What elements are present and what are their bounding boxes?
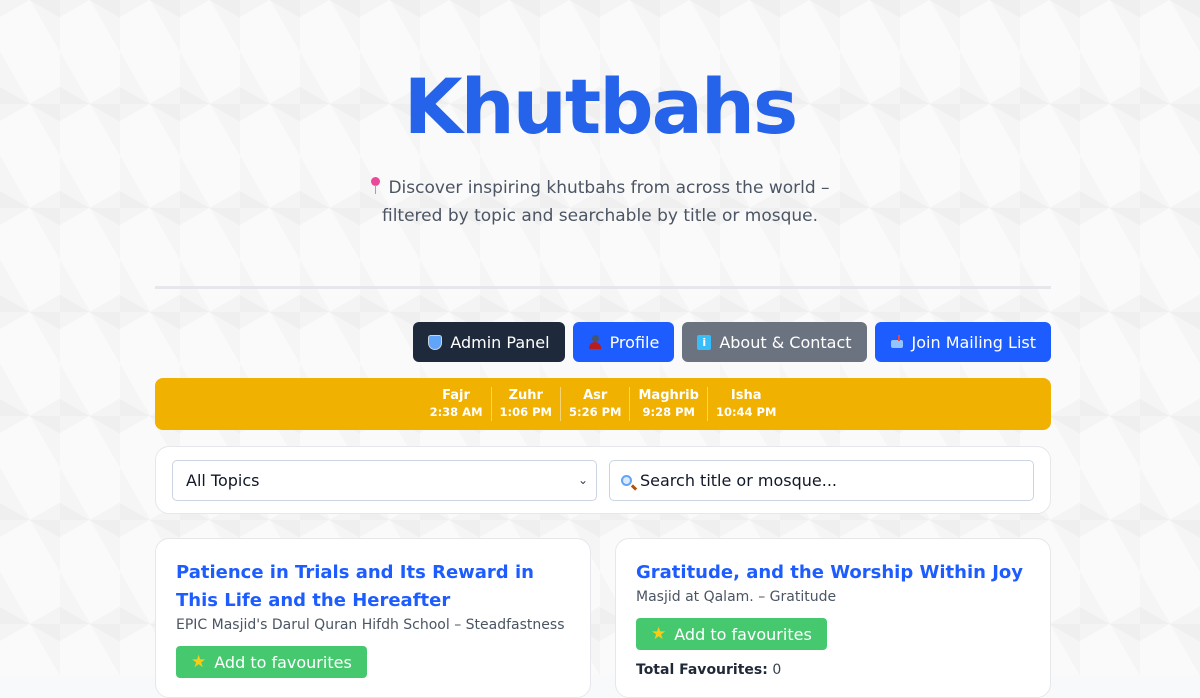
shield-icon <box>428 334 443 350</box>
mailing-list-label: Join Mailing List <box>911 332 1036 352</box>
page-title: Khutbahs <box>403 62 798 151</box>
about-contact-button[interactable]: i About & Contact <box>682 322 867 362</box>
prayer-times-bar: Fajr 2:38 AM Zuhr 1:06 PM Asr 5:26 PM Ma… <box>155 378 1051 430</box>
prayer-name: Zuhr <box>508 388 543 403</box>
star-icon: ★ <box>651 623 667 644</box>
prayer-name: Maghrib <box>638 388 699 403</box>
prayer-maghrib: Maghrib 9:28 PM <box>630 387 708 421</box>
khutbah-meta: EPIC Masjid's Darul Quran Hifdh School –… <box>176 617 565 633</box>
magnifier-icon <box>621 475 632 486</box>
khutbah-title[interactable]: Patience in Trials and Its Reward in Thi… <box>176 559 570 615</box>
admin-panel-button[interactable]: Admin Panel <box>413 322 565 362</box>
info-icon: i <box>697 334 712 350</box>
admin-panel-label: Admin Panel <box>450 332 550 352</box>
prayer-asr: Asr 5:26 PM <box>561 387 631 421</box>
khutbah-card: Patience in Trials and Its Reward in Thi… <box>155 538 591 698</box>
prayer-name: Asr <box>583 388 608 403</box>
topic-select-value: All Topics <box>186 471 260 490</box>
prayer-name: Fajr <box>442 388 470 403</box>
prayer-time: 10:44 PM <box>715 405 777 419</box>
prayer-time: 9:28 PM <box>642 405 695 419</box>
tagline-line-2: filtered by topic and searchable by titl… <box>382 206 818 226</box>
total-favourites-label: Total Favourites: <box>636 662 768 678</box>
khutbah-meta: Masjid at Qalam. – Gratitude <box>636 589 837 605</box>
tagline: Discover inspiring khutbahs from across … <box>300 174 900 230</box>
star-icon: ★ <box>191 651 207 672</box>
prayer-time: 5:26 PM <box>569 405 622 419</box>
add-to-favourites-button[interactable]: ★ Add to favourites <box>176 646 367 678</box>
filter-card: All Topics ⌄ Search title or mosque... <box>155 446 1051 514</box>
tagline-line-1: Discover inspiring khutbahs from across … <box>388 178 830 198</box>
search-placeholder: Search title or mosque... <box>640 471 837 490</box>
profile-label: Profile <box>609 332 660 352</box>
add-to-favourites-button[interactable]: ★ Add to favourites <box>636 618 827 650</box>
prayer-time: 2:38 AM <box>429 405 483 419</box>
prayer-time: 1:06 PM <box>499 405 552 419</box>
prayer-name: Isha <box>730 388 762 403</box>
divider <box>155 286 1051 289</box>
add-to-favourites-label: Add to favourites <box>214 652 352 672</box>
nav-buttons: Admin Panel Profile i About & Contact Jo… <box>413 322 1051 362</box>
add-to-favourites-label: Add to favourites <box>674 624 812 644</box>
khutbah-title[interactable]: Gratitude, and the Worship Within Joy <box>636 559 1030 587</box>
total-favourites-value: 0 <box>772 662 782 678</box>
mailbox-icon <box>890 334 904 350</box>
profile-button[interactable]: Profile <box>572 322 675 362</box>
total-favourites: Total Favourites: 0 <box>636 662 1030 678</box>
prayer-fajr: Fajr 2:38 AM <box>422 387 492 421</box>
mailing-list-button[interactable]: Join Mailing List <box>874 322 1051 362</box>
khutbah-card: Gratitude, and the Worship Within Joy Ma… <box>615 538 1051 698</box>
prayer-zuhr: Zuhr 1:06 PM <box>492 387 561 421</box>
pushpin-icon <box>370 177 381 195</box>
topic-select[interactable]: All Topics ⌄ <box>172 460 597 501</box>
search-input[interactable]: Search title or mosque... <box>609 460 1034 501</box>
user-icon <box>588 334 602 350</box>
prayer-isha: Isha 10:44 PM <box>708 387 784 421</box>
about-contact-label: About & Contact <box>719 332 852 352</box>
chevron-down-icon: ⌄ <box>577 473 588 487</box>
